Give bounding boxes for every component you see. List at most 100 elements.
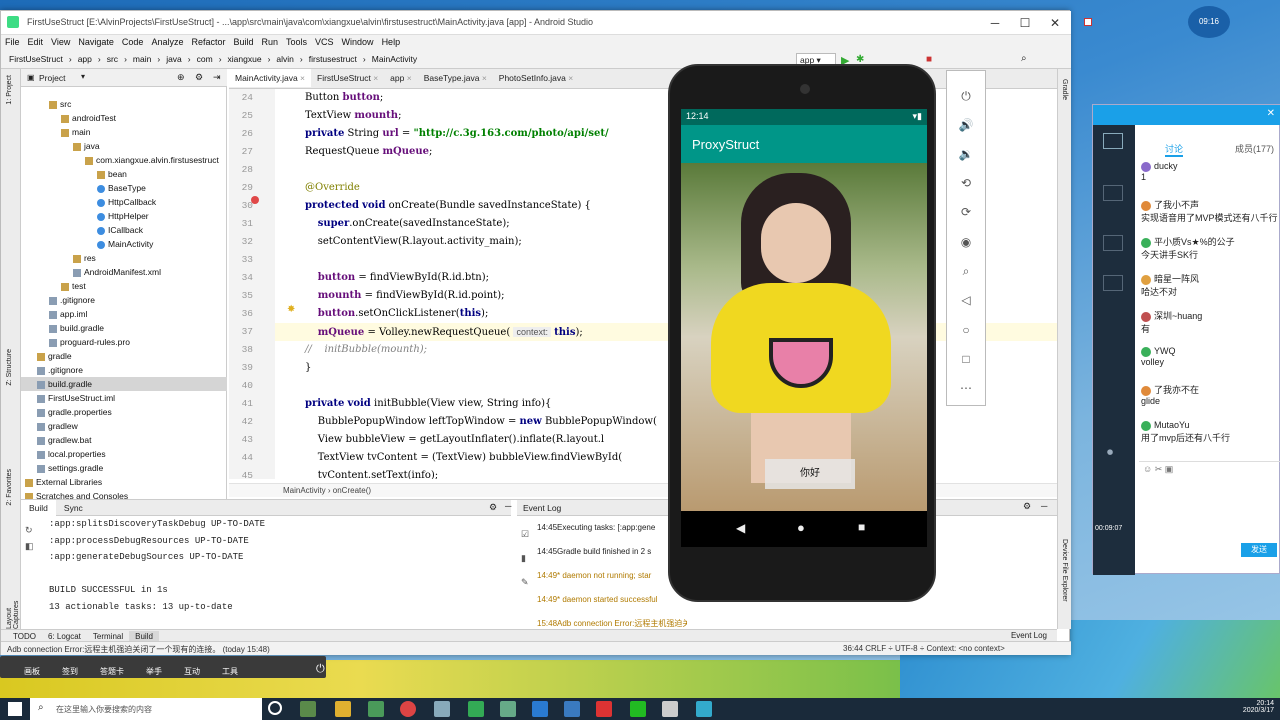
video-icon[interactable] <box>1103 235 1123 251</box>
start-icon[interactable] <box>8 702 22 716</box>
menu-item-run[interactable]: Run <box>258 35 283 49</box>
event-log-entry[interactable]: 14:49* daemon not running; star <box>537 564 687 588</box>
hide-icon[interactable]: ─ <box>1041 501 1047 511</box>
intention-bulb-icon[interactable]: ✸ <box>287 304 295 315</box>
rotate-left-icon[interactable]: ⟲ <box>947 174 985 192</box>
editor-tab[interactable]: BaseType.java × <box>418 69 493 87</box>
home-icon[interactable]: ○ <box>947 321 985 339</box>
tray-time[interactable]: 20:14 <box>1126 700 1274 707</box>
build-tab-build[interactable]: Build <box>21 500 56 516</box>
build-output[interactable]: :app:splitsDiscoveryTaskDebug UP-TO-DATE… <box>49 516 511 628</box>
taskbar-search[interactable]: 在这里输入你要搜索的内容 <box>30 698 262 720</box>
breadcrumb-item[interactable]: src <box>107 51 124 64</box>
ppt-icon[interactable] <box>1103 185 1123 201</box>
code-line[interactable]: } <box>275 359 1057 377</box>
code-line[interactable]: RequestQueue mQueue; <box>275 143 1057 161</box>
close-icon[interactable]: × <box>298 73 305 83</box>
breadcrumb-item[interactable]: alvin <box>276 51 299 64</box>
hide-icon[interactable]: ⇥ <box>213 72 221 83</box>
event-log-entry[interactable]: 15:48Adb connection Error:远程主机强迫关闭了一个现有的… <box>537 612 687 628</box>
status-right-info[interactable]: 36:44 CRLF ÷ UTF-8 ÷ Context: <no contex… <box>843 644 1005 653</box>
build-rerun-icon[interactable]: ↻ <box>25 522 41 538</box>
project-view-select[interactable]: Project <box>39 73 65 83</box>
float-tool-item[interactable]: 答题卡 <box>88 661 134 677</box>
project-tool-tab[interactable]: 1: Project <box>6 75 13 105</box>
more-icon[interactable]: ⋯ <box>947 379 985 397</box>
image-icon[interactable]: ▣ <box>1165 464 1174 474</box>
breadcrumb-item[interactable]: MainActivity <box>372 51 423 64</box>
code-line[interactable]: // initBubble(mounth); <box>275 341 1057 359</box>
menu-item-window[interactable]: Window <box>338 35 378 49</box>
gear-icon[interactable]: ⚙ <box>195 72 203 83</box>
tree-item[interactable]: test <box>21 279 227 293</box>
power-icon[interactable]: ⏻ <box>947 87 985 105</box>
menu-item-view[interactable]: View <box>47 35 74 49</box>
code-line[interactable]: View bubbleView = getLayoutInflater().in… <box>275 431 1057 449</box>
build-toggle-icon[interactable]: ◧ <box>25 538 41 554</box>
code-line[interactable]: TextView mounth; <box>275 107 1057 125</box>
app-icon-9[interactable] <box>564 701 580 717</box>
emoji-icon[interactable]: ☺ <box>1143 464 1152 474</box>
tree-item[interactable]: FirstUseStruct.iml <box>21 391 227 405</box>
code-line[interactable]: mounth = findViewById(R.id.point); <box>275 287 1057 305</box>
float-tool-item[interactable]: 画板 <box>12 661 50 677</box>
camera-icon[interactable] <box>1103 275 1123 291</box>
folder-icon[interactable] <box>335 701 351 717</box>
screenshot-icon[interactable]: ◉ <box>947 233 985 251</box>
search-everywhere-icon[interactable]: ⌕ <box>1021 53 1027 64</box>
code-line[interactable]: @Override <box>275 179 1057 197</box>
tree-item[interactable]: src <box>21 97 227 111</box>
editor-tab[interactable]: app × <box>384 69 418 87</box>
zoom-icon[interactable]: ⌕ <box>947 262 985 280</box>
tree-item[interactable]: gradlew.bat <box>21 433 227 447</box>
tree-item[interactable]: app.iml <box>21 307 227 321</box>
float-tool-item[interactable]: 互动 <box>172 661 210 677</box>
breadcrumb-item[interactable]: app <box>78 51 98 64</box>
breadcrumb-item[interactable]: FirstUseStruct <box>9 51 69 64</box>
event-log-button[interactable]: Event Log <box>1005 630 1053 641</box>
tree-item[interactable]: bean <box>21 167 227 181</box>
float-tool-item[interactable]: 签到 <box>50 661 88 677</box>
menu-item-tools[interactable]: Tools <box>282 35 311 49</box>
tree-item[interactable]: build.gradle <box>21 377 227 391</box>
breadcrumb-item[interactable]: com <box>197 51 219 64</box>
code-line[interactable]: private void initBubble(View view, Strin… <box>275 395 1057 413</box>
power-icon[interactable]: ⏻ <box>304 658 335 676</box>
code-line[interactable]: super.onCreate(savedInstanceState); <box>275 215 1057 233</box>
tree-item[interactable]: MainActivity <box>21 237 227 251</box>
code-line[interactable]: BubblePopupWindow leftTopWindow = new Bu… <box>275 413 1057 431</box>
menu-item-edit[interactable]: Edit <box>24 35 48 49</box>
window-control-icon[interactable] <box>1084 18 1092 26</box>
code-line[interactable]: TextView tvContent = (TextView) bubbleVi… <box>275 449 1057 467</box>
tree-item[interactable]: External Libraries <box>21 475 227 489</box>
editor-tab[interactable]: MainActivity.java × <box>229 69 311 87</box>
menu-item-build[interactable]: Build <box>229 35 257 49</box>
microphone-icon[interactable]: ⏺ <box>1107 445 1113 460</box>
android-studio-task-icon[interactable] <box>500 701 516 717</box>
tree-item[interactable]: local.properties <box>21 447 227 461</box>
tree-item[interactable]: build.gradle <box>21 321 227 335</box>
tree-item[interactable]: com.xiangxue.alvin.firstusestruct <box>21 153 227 167</box>
build-tab-sync[interactable]: Sync <box>56 500 91 516</box>
tree-item[interactable]: .gitignore <box>21 363 227 377</box>
structure-tool-tab[interactable]: Z: Structure <box>6 349 13 386</box>
emulator-screen[interactable]: 12:14 ▾▮ ProxyStruct 你好 ◀ ● ■ <box>681 109 927 547</box>
tree-item[interactable]: AndroidManifest.xml <box>21 265 227 279</box>
code-area[interactable]: Button button; TextView mounth; private St… <box>275 89 1057 479</box>
stop-icon[interactable]: ■ <box>926 54 932 65</box>
captures-tool-tab[interactable]: Layout Captures <box>6 589 20 629</box>
breadcrumb-item[interactable]: firstusestruct <box>309 51 363 64</box>
back-icon[interactable]: ◀ <box>736 521 745 535</box>
override-marker-icon[interactable] <box>251 196 259 204</box>
tree-item[interactable]: proguard-rules.pro <box>21 335 227 349</box>
tab-members[interactable]: 成员(177) <box>1235 142 1274 155</box>
editor-tab[interactable]: PhotoSetInfo.java × <box>493 69 579 87</box>
menu-item-vcs[interactable]: VCS <box>311 35 338 49</box>
sync-icon[interactable]: ⊕ <box>177 72 185 83</box>
mark-read-icon[interactable]: ☑ <box>521 522 535 546</box>
tree-item[interactable]: BaseType <box>21 181 227 195</box>
menu-item-code[interactable]: Code <box>118 35 148 49</box>
maximize-button[interactable]: ☐ <box>1011 14 1039 32</box>
back-icon[interactable]: ◁ <box>947 291 985 309</box>
chrome-icon[interactable] <box>400 701 416 717</box>
